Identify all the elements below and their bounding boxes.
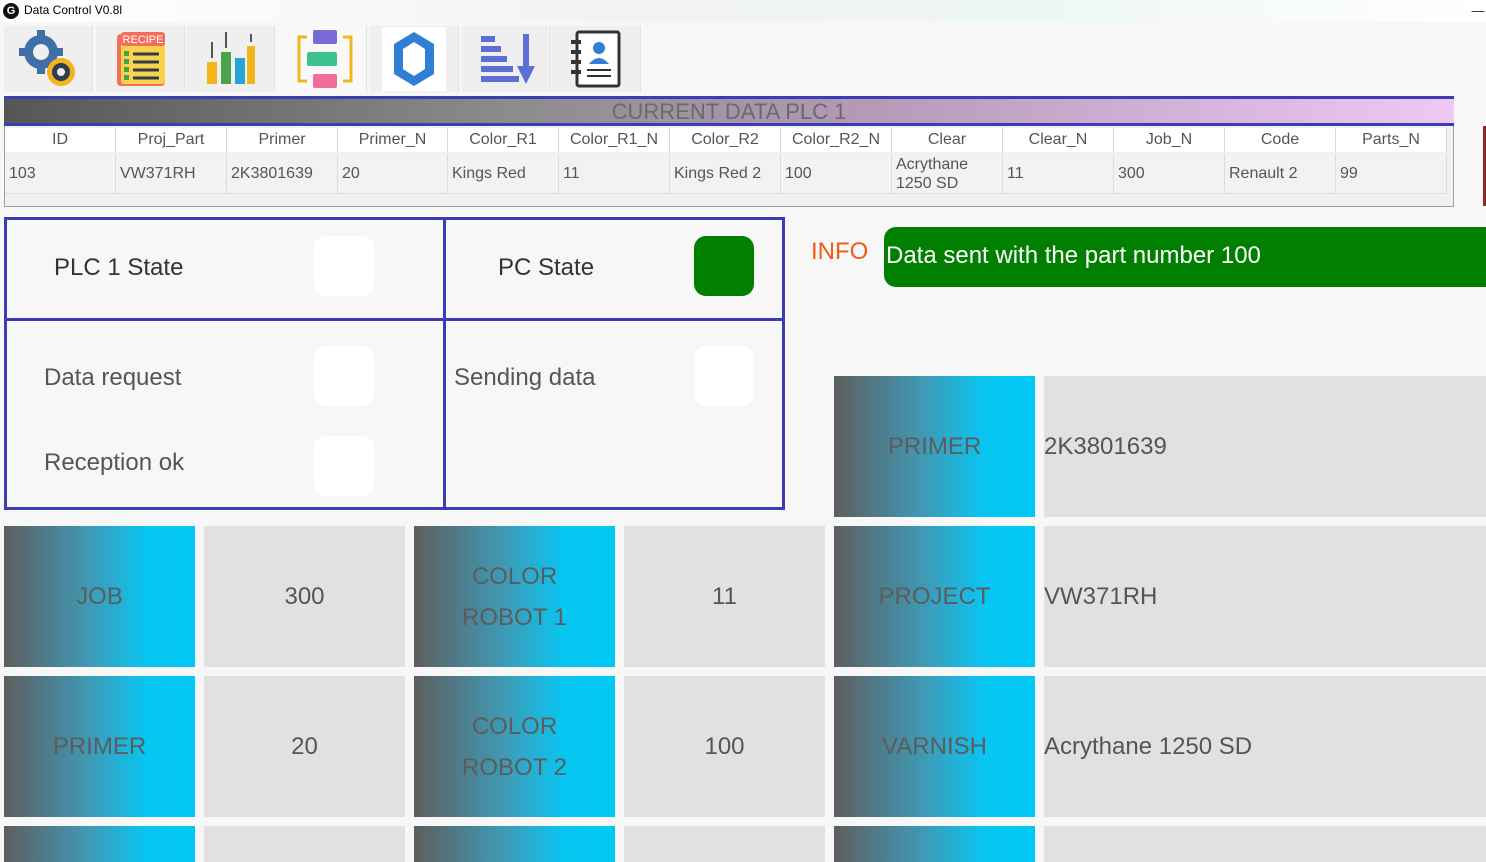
grid-cell[interactable]: Acrythane 1250 SD xyxy=(892,154,1003,194)
data-request-label: Data request xyxy=(44,364,182,391)
grid-cell[interactable]: Kings Red 2 xyxy=(670,154,781,194)
data-request-led xyxy=(314,346,374,406)
sending-data-led xyxy=(694,346,754,406)
varnish-label-tile: VARNISH xyxy=(834,676,1035,817)
job-label-tile: JOB xyxy=(4,526,195,667)
grid-col-header[interactable]: Job_N xyxy=(1114,128,1225,152)
grid-cell[interactable]: 2K3801639 xyxy=(227,154,338,194)
next-value-tile-1 xyxy=(204,826,405,862)
next-label-tile-3 xyxy=(834,826,1035,862)
job-value-tile: 300 xyxy=(204,526,405,667)
pc-state-led xyxy=(694,236,754,296)
grid-col-header[interactable]: Color_R2 xyxy=(670,128,781,152)
color-robot-2-label-tile: COLOR ROBOT 2 xyxy=(414,676,615,817)
recipe-icon-label: RECIPE xyxy=(123,34,164,46)
reception-ok-label: Reception ok xyxy=(44,449,185,476)
grid-col-header[interactable]: Primer_N xyxy=(338,128,448,152)
grid-col-header[interactable]: Code xyxy=(1225,128,1336,152)
next-value-tile-2 xyxy=(624,826,825,862)
toolbar-data-transfer-button[interactable] xyxy=(278,26,367,92)
contact-book-icon xyxy=(571,30,621,88)
color-robot-1-value-tile: 11 xyxy=(624,526,825,667)
color-robot-1-value: 11 xyxy=(712,582,737,610)
project-value-tile: VW371RH xyxy=(1044,526,1486,667)
primer-code-label: PRIMER xyxy=(887,433,982,460)
hexagon-icon xyxy=(394,32,434,86)
project-label-tile: PROJECT xyxy=(834,526,1035,667)
next-label-tile-1 xyxy=(4,826,195,862)
color-robot-2-label: COLOR ROBOT 2 xyxy=(462,712,567,781)
current-data-title: CURRENT DATA PLC 1 xyxy=(611,99,847,124)
color-robot-1-label: COLOR ROBOT 1 xyxy=(462,562,567,631)
grid-cell[interactable]: 99 xyxy=(1336,154,1447,194)
color-robot-2-value: 100 xyxy=(704,732,745,760)
grid-col-header[interactable]: Color_R1 xyxy=(448,128,559,152)
grid-col-header[interactable]: Color_R2_N xyxy=(781,128,892,152)
sort-down-icon xyxy=(481,34,535,84)
toolbar-users-button[interactable] xyxy=(552,26,641,92)
toolbar-recipe-button[interactable]: RECIPE xyxy=(96,26,185,92)
grid-cell[interactable]: 300 xyxy=(1114,154,1225,194)
toolbar-charts-button[interactable] xyxy=(186,26,275,92)
grid-col-header[interactable]: Clear xyxy=(892,128,1003,152)
grid-col-header[interactable]: Clear_N xyxy=(1003,128,1114,152)
grid-col-header[interactable]: ID xyxy=(5,128,116,152)
grid-cell[interactable]: 103 xyxy=(5,154,116,194)
grid-col-header[interactable]: Proj_Part xyxy=(116,128,227,152)
current-data-header: CURRENT DATA PLC 1 xyxy=(4,96,1454,126)
data-flow-icon xyxy=(297,30,353,88)
grid-cell[interactable]: 20 xyxy=(338,154,448,194)
primer-code-value-tile: 2K3801639 xyxy=(1044,376,1486,517)
primer-code-label-tile: PRIMER xyxy=(834,376,1035,517)
varnish-label: VARNISH xyxy=(882,733,987,760)
grid-cell[interactable]: 11 xyxy=(1003,154,1114,194)
plc-signals-cell xyxy=(4,318,446,510)
primer-n-value-tile: 20 xyxy=(204,676,405,817)
info-label: INFO xyxy=(811,238,869,265)
app-logo-icon: G xyxy=(3,3,19,19)
sending-data-label: Sending data xyxy=(454,364,596,391)
primer-n-label-tile: PRIMER xyxy=(4,676,195,817)
gears-icon xyxy=(19,30,75,86)
grid-cell[interactable]: Kings Red xyxy=(448,154,559,194)
next-value-tile-3 xyxy=(1044,826,1486,862)
varnish-value: Acrythane 1250 SD xyxy=(1044,732,1253,760)
title-bar xyxy=(0,0,1486,22)
job-value: 300 xyxy=(284,582,325,610)
recipe-icon: RECIPE xyxy=(117,32,165,86)
primer-n-value: 20 xyxy=(291,732,318,760)
pc-state-label: PC State xyxy=(498,254,595,281)
info-message: Data sent with the part number 100 xyxy=(884,227,1486,287)
grid-cell[interactable]: VW371RH xyxy=(116,154,227,194)
job-label: JOB xyxy=(76,583,123,610)
plc-state-led xyxy=(314,236,374,296)
grid-cell[interactable]: Renault 2 xyxy=(1225,154,1336,194)
project-value: VW371RH xyxy=(1044,582,1158,610)
varnish-value-tile: Acrythane 1250 SD xyxy=(1044,676,1486,817)
primer-code-value: 2K3801639 xyxy=(1044,432,1167,460)
project-label: PROJECT xyxy=(878,583,991,610)
window-title: Data Control V0.8l xyxy=(24,3,123,17)
grid-cell[interactable]: 11 xyxy=(559,154,670,194)
color-robot-1-label-tile: COLOR ROBOT 1 xyxy=(414,526,615,667)
bar-chart-up-icon xyxy=(207,32,255,84)
grid-col-header[interactable]: Color_R1_N xyxy=(559,128,670,152)
toolbar-hex-button[interactable] xyxy=(370,26,459,92)
plc-state-label: PLC 1 State xyxy=(54,254,184,281)
grid-cell[interactable]: 100 xyxy=(781,154,892,194)
primer-n-label: PRIMER xyxy=(52,733,147,760)
next-label-tile-2 xyxy=(414,826,615,862)
grid-col-header[interactable]: Primer xyxy=(227,128,338,152)
toolbar-sort-button[interactable] xyxy=(462,26,551,92)
color-robot-2-value-tile: 100 xyxy=(624,676,825,817)
reception-ok-led xyxy=(314,436,374,496)
minimize-button[interactable]: — xyxy=(1470,1,1486,21)
toolbar-settings-button[interactable] xyxy=(4,26,93,92)
grid-col-header[interactable]: Parts_N xyxy=(1336,128,1447,152)
